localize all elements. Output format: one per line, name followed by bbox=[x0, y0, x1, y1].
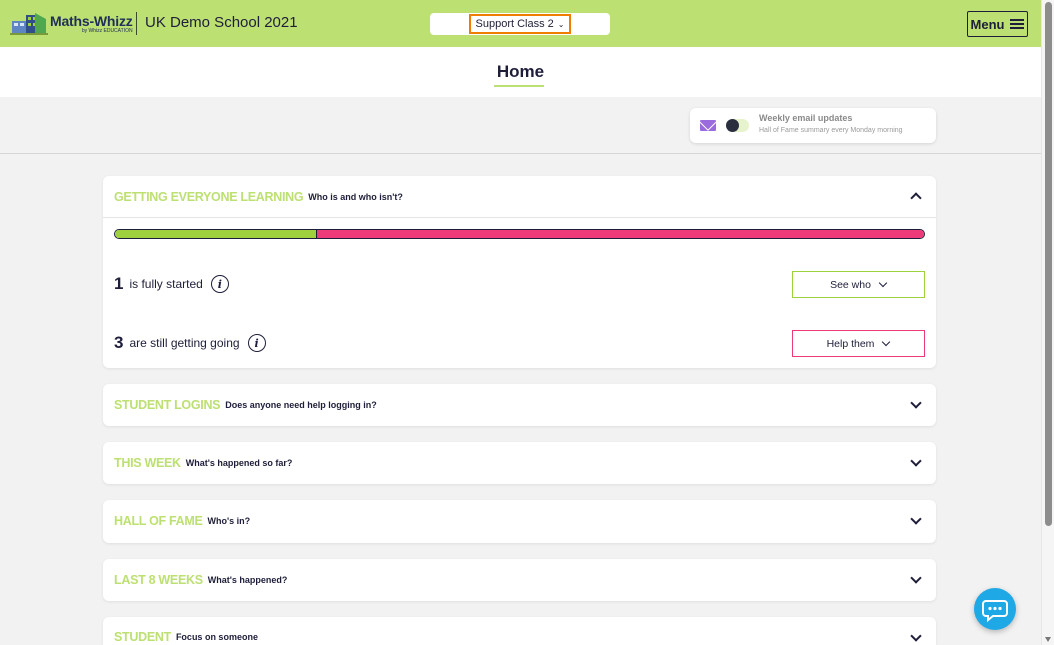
logo-text: Maths-Whizz bbox=[50, 13, 133, 29]
page-scrollbar[interactable] bbox=[1041, 0, 1054, 645]
section-subtitle: Does anyone need help logging in? bbox=[225, 400, 377, 410]
chevron-down-icon[interactable] bbox=[911, 574, 920, 583]
see-who-button[interactable]: See who bbox=[792, 271, 925, 298]
section-subtitle: Focus on someone bbox=[175, 632, 258, 642]
getting-going-row: 3 are still getting going i bbox=[114, 333, 266, 353]
section-header[interactable]: STUDENT LOGINS Does anyone need help log… bbox=[114, 384, 377, 426]
section-header[interactable]: LAST 8 WEEKS What's happened? bbox=[114, 559, 287, 601]
chevron-up-icon[interactable] bbox=[911, 191, 920, 200]
school-name: UK Demo School 2021 bbox=[145, 14, 298, 31]
menu-label: Menu bbox=[970, 16, 1005, 32]
content-divider bbox=[0, 153, 1041, 154]
fully-started-label: is fully started bbox=[129, 277, 203, 291]
section-header[interactable]: STUDENT Focus on someone bbox=[114, 617, 258, 645]
section-title: LAST 8 WEEKS bbox=[114, 573, 203, 587]
chevron-down-icon: ⌄ bbox=[557, 19, 565, 29]
section-divider bbox=[103, 217, 936, 218]
scrollbar-thumb[interactable] bbox=[1045, 2, 1052, 526]
chevron-down-icon[interactable] bbox=[911, 399, 920, 408]
hamburger-icon bbox=[1010, 17, 1025, 31]
help-them-button[interactable]: Help them bbox=[792, 330, 925, 357]
getting-going-label: are still getting going bbox=[129, 336, 240, 350]
class-selector-dropdown[interactable]: Support Class 2 ⌄ bbox=[469, 14, 571, 34]
chevron-down-icon bbox=[879, 281, 887, 289]
section-title: GETTING EVERYONE LEARNING bbox=[114, 190, 304, 204]
section-getting-everyone-learning: GETTING EVERYONE LEARNING Who is and who… bbox=[103, 176, 936, 368]
section-this-week: THIS WEEK What's happened so far? bbox=[103, 442, 936, 484]
info-icon[interactable]: i bbox=[247, 334, 266, 352]
progress-getting-going-segment bbox=[317, 230, 924, 238]
toggle-knob bbox=[726, 119, 739, 132]
header-divider bbox=[136, 12, 137, 35]
section-subtitle: Who's in? bbox=[207, 516, 251, 526]
chevron-down-icon[interactable] bbox=[911, 457, 920, 466]
page-header: Home bbox=[0, 47, 1041, 97]
section-title: THIS WEEK bbox=[114, 456, 181, 470]
section-title: HALL OF FAME bbox=[114, 514, 203, 528]
email-updates-subtitle: Hall of Fame summary every Monday mornin… bbox=[759, 127, 903, 134]
email-updates-card: Weekly email updates Hall of Fame summar… bbox=[690, 108, 936, 143]
section-subtitle: Who is and who isn't? bbox=[308, 192, 403, 202]
scroll-down-arrow-icon[interactable] bbox=[1045, 637, 1051, 642]
mail-icon bbox=[700, 120, 716, 131]
email-updates-title: Weekly email updates bbox=[759, 113, 853, 123]
fully-started-count: 1 bbox=[114, 274, 124, 293]
info-icon[interactable]: i bbox=[210, 275, 229, 293]
section-header[interactable]: HALL OF FAME Who's in? bbox=[114, 500, 250, 542]
logo-subtext: by Whizz EDUCATION bbox=[81, 28, 133, 34]
section-student-logins: STUDENT LOGINS Does anyone need help log… bbox=[103, 384, 936, 426]
progress-started-segment bbox=[115, 230, 318, 238]
menu-button[interactable]: Menu bbox=[967, 11, 1028, 37]
section-title: STUDENT LOGINS bbox=[114, 398, 221, 412]
see-who-label: See who bbox=[830, 278, 871, 291]
class-selector-label: Support Class 2 bbox=[475, 18, 554, 30]
section-subtitle: What's happened so far? bbox=[185, 458, 293, 468]
chevron-down-icon[interactable] bbox=[911, 515, 920, 524]
chat-button[interactable] bbox=[974, 588, 1016, 630]
section-title: STUDENT bbox=[114, 630, 171, 644]
section-header[interactable]: THIS WEEK What's happened so far? bbox=[114, 442, 292, 484]
learning-progress-bar bbox=[114, 229, 925, 239]
maths-whizz-logo[interactable]: Maths-Whizz by Whizz EDUCATION bbox=[10, 11, 133, 37]
chat-icon bbox=[982, 600, 1008, 623]
section-student: STUDENT Focus on someone bbox=[103, 617, 936, 645]
fully-started-row: 1 is fully started i bbox=[114, 274, 229, 294]
getting-going-count: 3 bbox=[114, 333, 124, 352]
chevron-down-icon bbox=[882, 340, 890, 348]
page-title-underline bbox=[494, 85, 544, 87]
page-title: Home bbox=[496, 62, 545, 81]
help-them-label: Help them bbox=[826, 337, 875, 350]
section-hall-of-fame: HALL OF FAME Who's in? bbox=[103, 500, 936, 543]
section-subtitle: What's happened? bbox=[207, 575, 288, 585]
chevron-down-icon[interactable] bbox=[911, 632, 920, 641]
top-bar: Maths-Whizz by Whizz EDUCATION UK Demo S… bbox=[0, 0, 1041, 47]
logo-icon bbox=[10, 11, 48, 37]
section-header[interactable]: GETTING EVERYONE LEARNING Who is and who… bbox=[114, 176, 403, 218]
class-selector-container: Support Class 2 ⌄ bbox=[430, 13, 610, 35]
section-last-8-weeks: LAST 8 WEEKS What's happened? bbox=[103, 559, 936, 601]
email-updates-toggle[interactable] bbox=[726, 119, 749, 132]
